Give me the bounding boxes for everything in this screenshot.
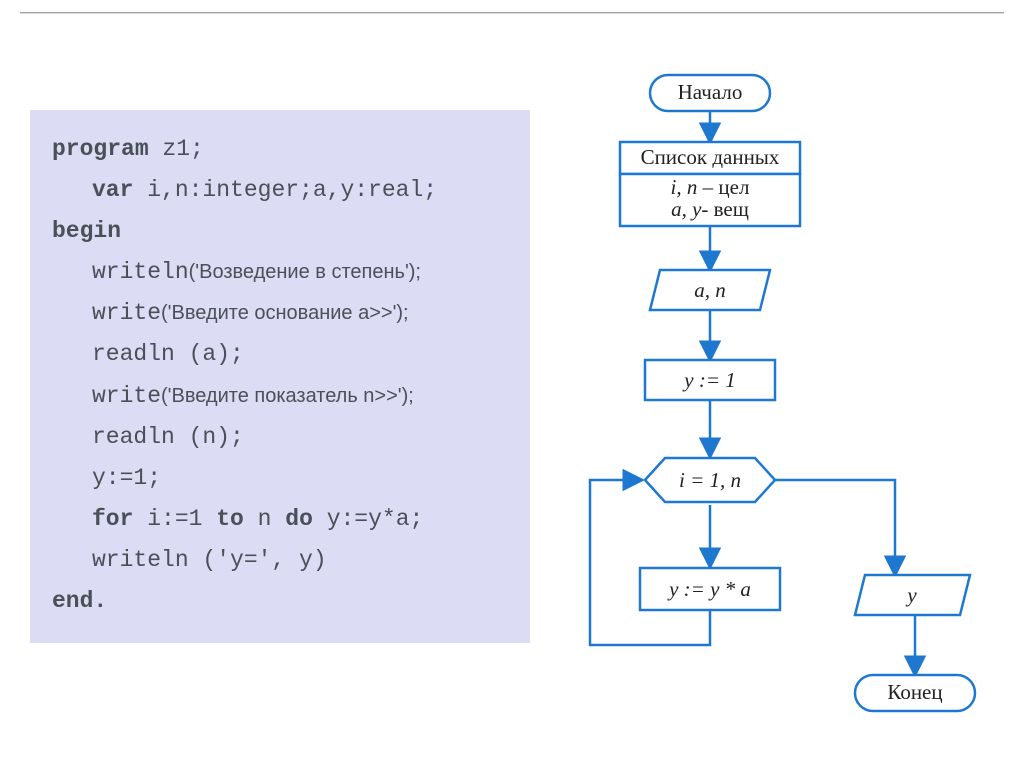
fn-write: write (92, 300, 161, 326)
code-rest: z1; (149, 136, 204, 162)
fc-loop-label: i = 1, n (679, 468, 741, 492)
code-block: program z1; var i,n:integer;a,y:real; be… (30, 110, 530, 643)
code-line-6: readln (a); (52, 333, 508, 374)
code-line-3: begin (52, 210, 508, 251)
code-line-2: var i,n:integer;a,y:real; (52, 169, 508, 210)
code-txt: ('Введите показатель n>>'); (161, 385, 414, 407)
code-line-10: for i:=1 to n do y:=y*a; (52, 498, 508, 539)
fc-start-label: Начало (678, 80, 743, 104)
code-line-11: writeln ('y=', y) (52, 539, 508, 580)
fc-datalist-line1: i, n – цел (671, 175, 750, 199)
code-writeln: writeln ('y=', y) (92, 547, 327, 573)
top-divider (20, 12, 1004, 14)
code-readln: readln (n); (92, 424, 244, 450)
code-line-9: y:=1; (52, 457, 508, 498)
kw-begin: begin (52, 218, 121, 244)
code-line-4: writeln('Возведение в степень'); (52, 251, 508, 292)
kw-for: for (92, 506, 133, 532)
kw-to: to (216, 506, 244, 532)
fn-writeln: writeln (92, 259, 189, 285)
code-assign: y:=1; (92, 465, 161, 491)
fc-datalist-title: Список данных (641, 145, 780, 169)
code-txt: ('Возведение в степень'); (189, 261, 421, 283)
kw-var: var (92, 177, 133, 203)
kw-end: end. (52, 588, 107, 614)
code-line-1: program z1; (52, 128, 508, 169)
code-line-8: readln (n); (52, 416, 508, 457)
fc-assign2-label: y := y * a (667, 577, 751, 601)
flowchart: Начало Список данных i, n – цел a, y- ве… (540, 60, 1010, 760)
code-rest: i,n:integer;a,y:real; (133, 177, 437, 203)
code-line-12: end. (52, 580, 508, 621)
code-txt: ('Введите основание a>>'); (161, 302, 409, 324)
kw-do: do (285, 506, 313, 532)
fc-input-label: a, n (694, 278, 726, 302)
fc-datalist-line2: a, y- вещ (671, 197, 749, 221)
code-readln: readln (a); (92, 341, 244, 367)
fc-assign1-label: y := 1 (682, 368, 736, 392)
code-line-7: write('Введите показатель n>>'); (52, 375, 508, 416)
code-line-5: write('Введите основание a>>'); (52, 292, 508, 333)
fc-end-label: Конец (887, 680, 942, 704)
fc-output-label: y (905, 583, 917, 607)
kw-program: program (52, 136, 149, 162)
fn-write: write (92, 383, 161, 409)
